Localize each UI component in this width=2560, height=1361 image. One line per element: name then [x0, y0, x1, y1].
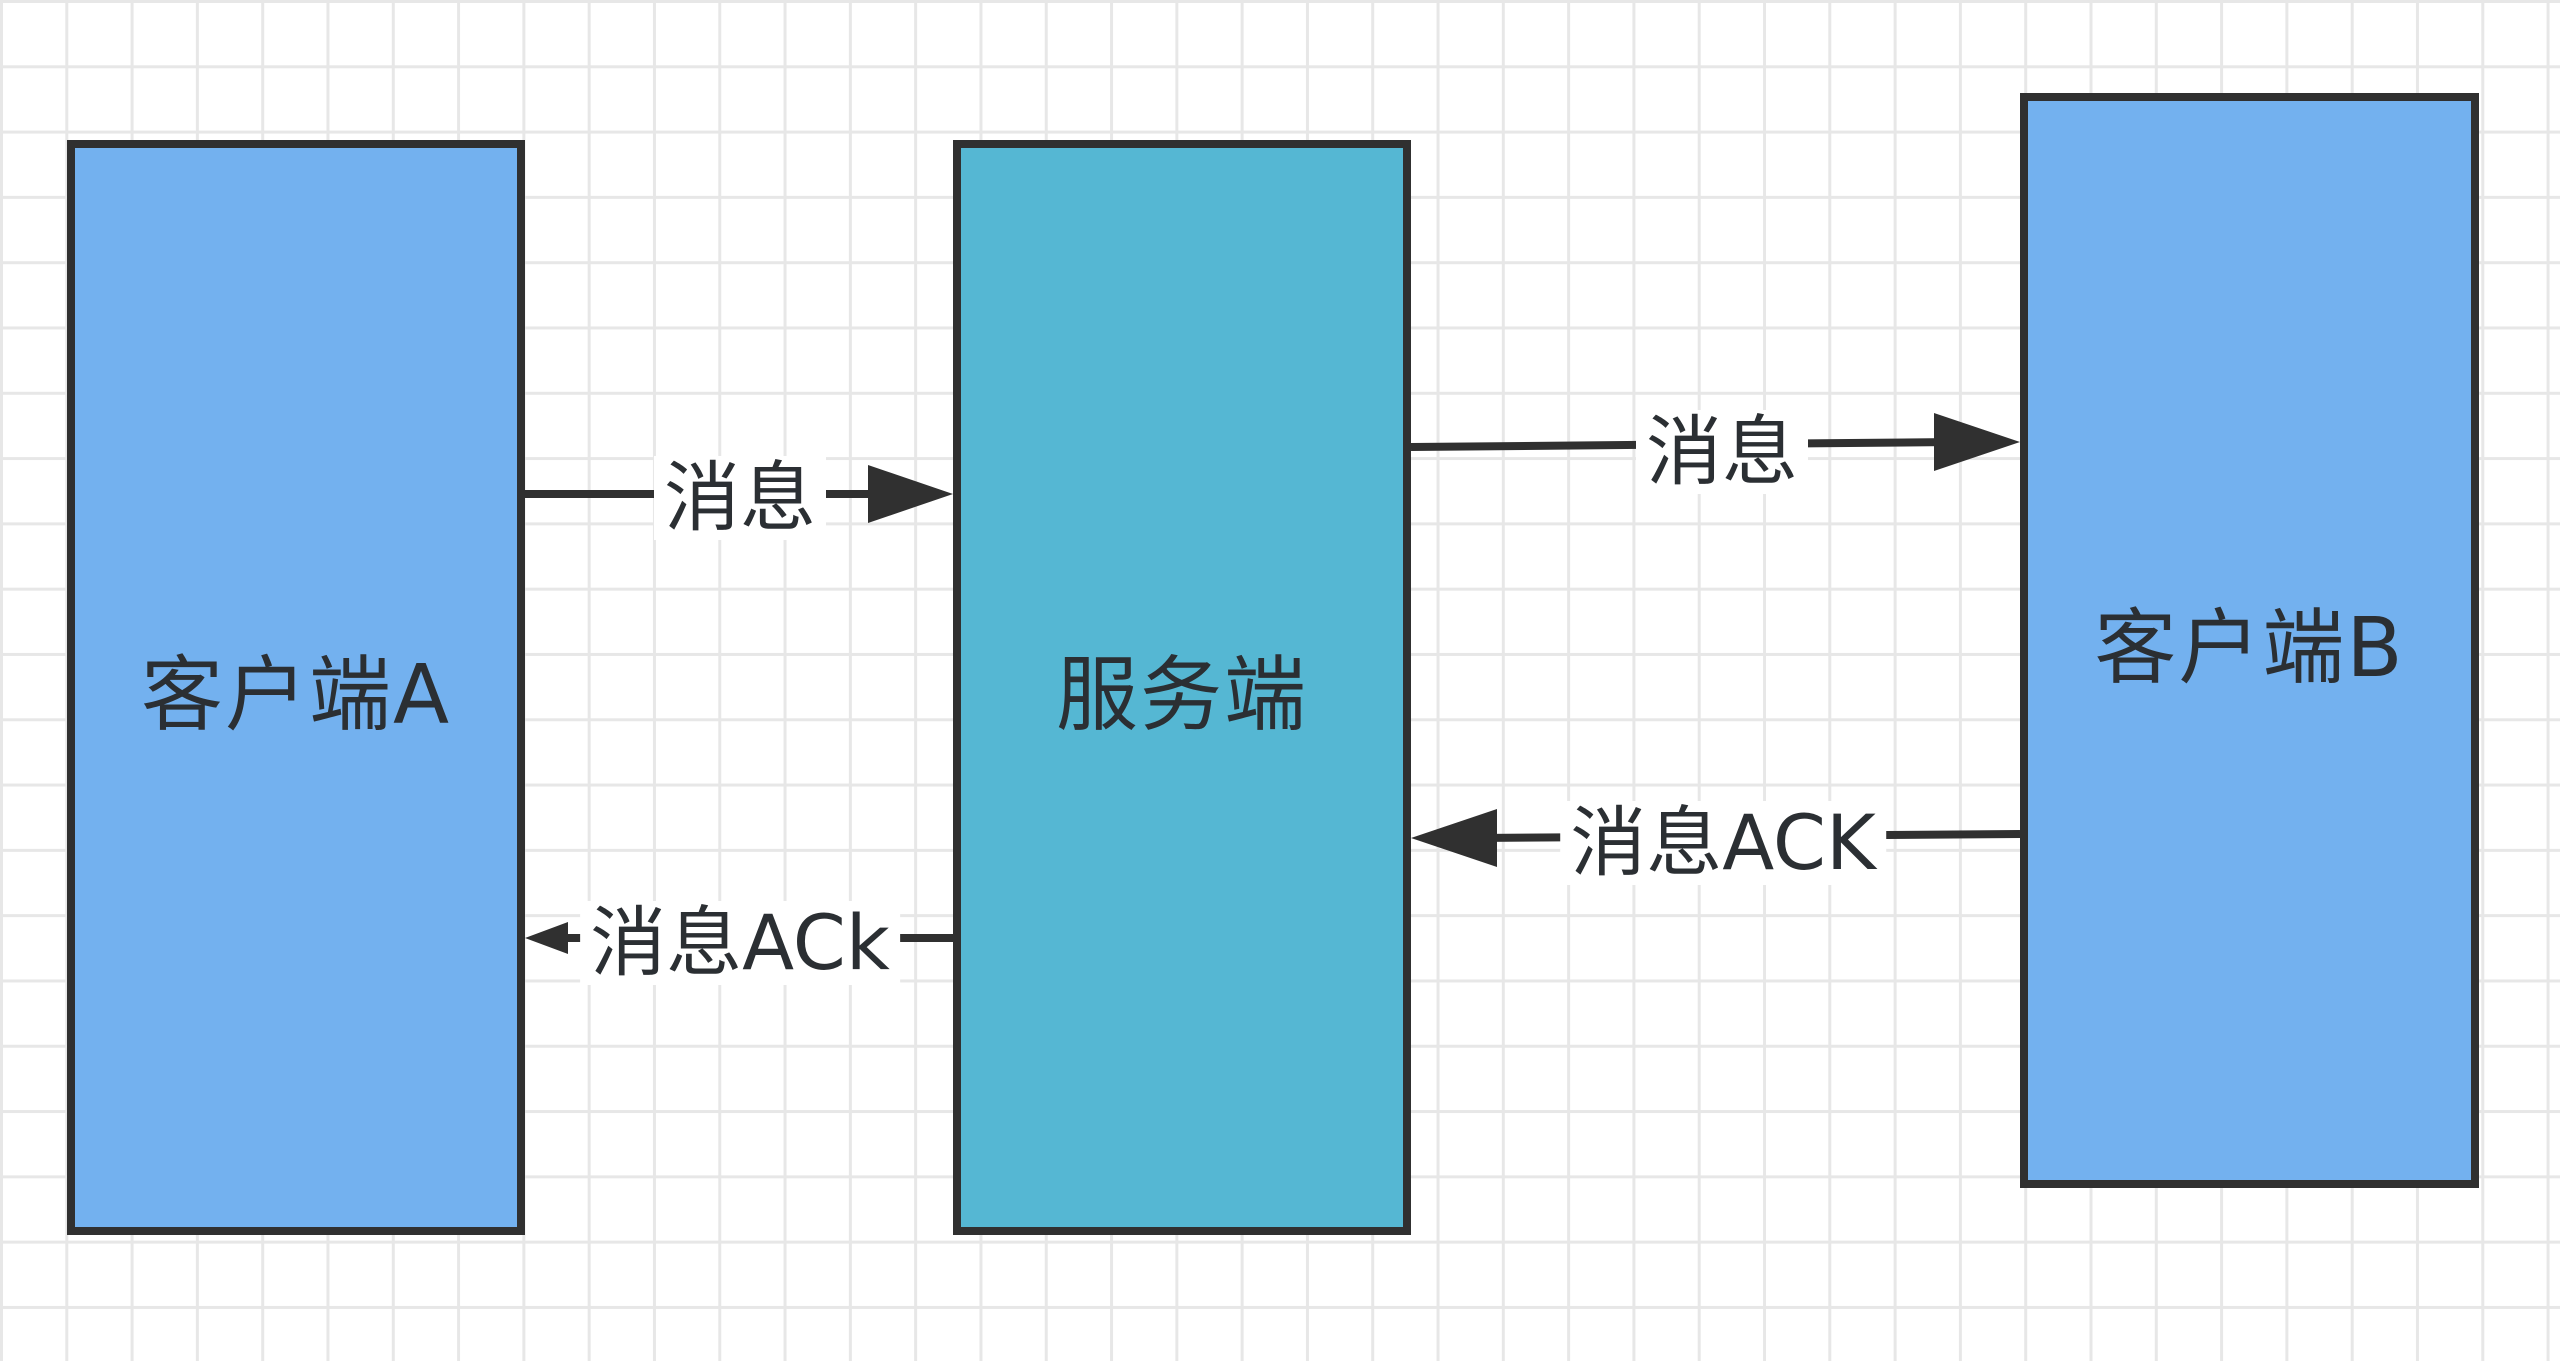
arrowhead-left-icon: [1411, 809, 1497, 867]
edge-label-server-to-client-b: 消息: [1636, 410, 1808, 494]
arrowhead-left-icon: [525, 922, 568, 954]
arrowhead-right-icon: [868, 465, 953, 523]
arrows-layer: [525, 413, 2021, 954]
arrowhead-right-icon: [1934, 413, 2020, 471]
edge-label-client-a-to-server: 消息: [654, 456, 826, 540]
edge-label-client-b-to-server: 消息ACK: [1560, 801, 1886, 885]
edge-label-server-to-client-a: 消息ACk: [580, 901, 900, 985]
diagram-canvas: 客户端A 服务端 客户端B 消息 消息 消息ACK 消息ACk: [0, 0, 2560, 1361]
